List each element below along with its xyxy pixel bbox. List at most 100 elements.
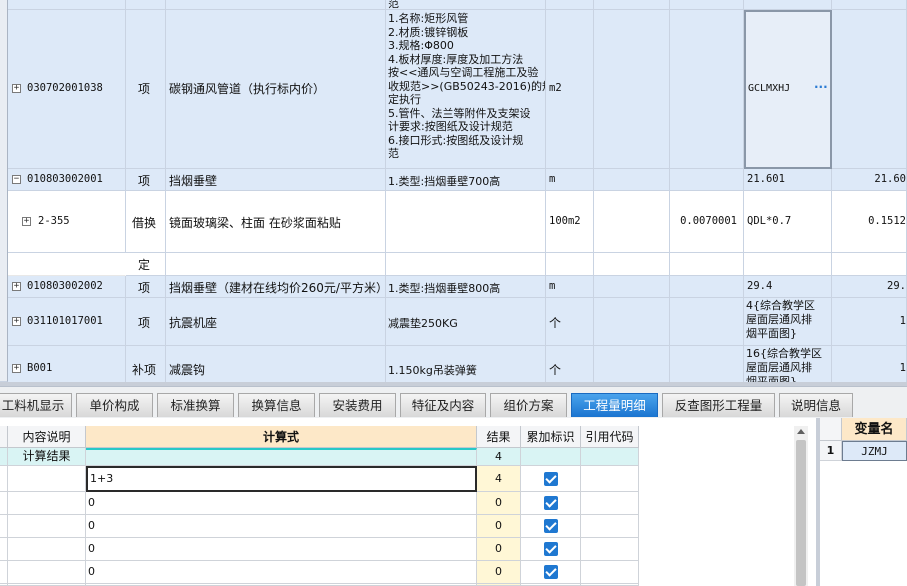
- row-formula-cell[interactable]: 4{综合教学区 屋面层通风排 烟平面图}: [744, 298, 832, 346]
- row-code: 010803002001: [27, 173, 103, 185]
- checkbox-checked-icon[interactable]: [544, 472, 558, 486]
- result-cell: 0: [477, 515, 521, 538]
- header-variable-name[interactable]: 变量名: [842, 418, 907, 441]
- content-cell[interactable]: [8, 492, 86, 515]
- row-formula-cell[interactable]: 21.601: [744, 169, 832, 191]
- row-total-cell: [832, 253, 907, 276]
- formula-cell[interactable]: 0: [86, 538, 477, 561]
- row-type-cell: 项: [126, 276, 166, 298]
- row-formula: QDL*0.7: [747, 215, 792, 227]
- row-unit-cell: m: [546, 169, 594, 191]
- header-formula[interactable]: 计算式: [86, 426, 477, 448]
- row-desc: 1.类型:挡烟垂壁700高: [388, 175, 501, 188]
- accumulate-cell[interactable]: [521, 561, 581, 584]
- row-extra-cell: [670, 169, 744, 191]
- expand-icon[interactable]: +: [12, 282, 21, 291]
- row-qty-cell: [594, 276, 670, 298]
- row-desc-cell: [386, 191, 546, 253]
- accumulate-cell[interactable]: [521, 538, 581, 561]
- row-formula: 4{综合教学区 屋面层通风排 烟平面图}: [746, 299, 815, 340]
- accumulate-cell[interactable]: [521, 492, 581, 515]
- row-extra-cell: [670, 0, 744, 10]
- expand-icon[interactable]: +: [12, 364, 21, 373]
- content-cell[interactable]: [8, 561, 86, 584]
- header-content[interactable]: 内容说明: [8, 426, 86, 448]
- row-formula-cell[interactable]: QDL*0.7: [744, 191, 832, 253]
- result-cell: 0: [477, 492, 521, 515]
- row-desc-cell: 1.名称:矩形风管 2.材质:镀锌钢板 3.规格:Φ800 4.板材厚度:厚度及…: [386, 10, 546, 169]
- ref-code-cell[interactable]: [581, 538, 639, 561]
- accumulate-cell[interactable]: [521, 466, 581, 492]
- expand-icon[interactable]: +: [12, 84, 21, 93]
- ref-code-cell[interactable]: [581, 466, 639, 492]
- row-formula-cell[interactable]: 29.4: [744, 276, 832, 298]
- row-formula-cell[interactable]: [744, 253, 832, 276]
- row-code-cell: [8, 0, 126, 10]
- row-total: 1: [899, 362, 906, 374]
- ref-code-cell[interactable]: [581, 492, 639, 515]
- header-accumulate[interactable]: 累加标识: [521, 426, 581, 448]
- checkbox-checked-icon[interactable]: [544, 542, 558, 556]
- row-total-cell: [832, 0, 907, 10]
- formula-cell[interactable]: 0: [86, 561, 477, 584]
- ref-code-cell[interactable]: [581, 561, 639, 584]
- row-total-cell: 1: [832, 346, 907, 382]
- header-ref-code[interactable]: 引用代码: [581, 426, 639, 448]
- row-code: 031101017001: [27, 315, 103, 327]
- row-formula: 21.601: [747, 173, 785, 185]
- header-result[interactable]: 结果: [477, 426, 521, 448]
- ref-code-cell[interactable]: [581, 515, 639, 538]
- tab-standard-conversion[interactable]: 标准换算: [157, 393, 234, 417]
- row-type-cell: 借换: [126, 191, 166, 253]
- formula-input[interactable]: 1+3: [86, 466, 477, 492]
- row-unit: m: [549, 280, 556, 292]
- formula-editor-cell[interactable]: GCLMXHJ ···: [744, 10, 832, 169]
- row-desc-cell: 范: [386, 0, 546, 10]
- row-name: 碳钢通风管道（执行标内价）: [169, 82, 326, 96]
- vertical-scrollbar[interactable]: [794, 426, 808, 586]
- formula-cell[interactable]: 0: [86, 515, 477, 538]
- row-type: 补项: [132, 363, 157, 377]
- row-name-cell: 挡烟垂壁: [166, 169, 386, 191]
- row-name-cell: [166, 0, 386, 10]
- row-name-cell: 抗震机座: [166, 298, 386, 346]
- tab-features[interactable]: 特征及内容: [400, 393, 486, 417]
- content-cell[interactable]: [8, 466, 86, 492]
- row-type-cell: 项: [126, 169, 166, 191]
- formula-cell[interactable]: 0: [86, 492, 477, 515]
- row-qty-cell: [594, 346, 670, 382]
- tab-labor-material[interactable]: 工料机显示: [0, 393, 72, 417]
- result-cell: 0: [477, 538, 521, 561]
- detail-tab-bar: 工料机显示 单价构成 标准换算 换算信息 安装费用 特征及内容 组价方案 工程量…: [0, 386, 907, 419]
- row-type: 借换: [132, 216, 157, 230]
- checkbox-checked-icon[interactable]: [544, 519, 558, 533]
- variable-name[interactable]: JZMJ: [842, 441, 907, 461]
- row-unit: 100m2: [549, 215, 581, 227]
- row-code-cell: + 010803002002: [8, 276, 126, 298]
- content-cell[interactable]: [8, 538, 86, 561]
- variable-index: 1: [820, 441, 842, 461]
- row-qty-cell: [594, 298, 670, 346]
- row-qty-cell: [594, 253, 670, 276]
- expand-icon[interactable]: +: [22, 217, 31, 226]
- ellipsis-button[interactable]: ···: [814, 80, 828, 94]
- tab-unit-price[interactable]: 单价构成: [76, 393, 153, 417]
- row-code-cell: [8, 253, 126, 276]
- tab-pricing-scheme[interactable]: 组价方案: [490, 393, 567, 417]
- scrollbar-thumb[interactable]: [796, 440, 806, 586]
- tab-install-fee[interactable]: 安装费用: [319, 393, 396, 417]
- row-unit: m: [549, 173, 556, 185]
- scroll-up-icon[interactable]: [797, 429, 805, 434]
- accumulate-cell[interactable]: [521, 515, 581, 538]
- tab-description[interactable]: 说明信息: [779, 393, 853, 417]
- row-formula-cell[interactable]: 16{综合教学区 屋面层通风排 烟平面图}: [744, 346, 832, 382]
- tab-quantity-detail[interactable]: 工程量明细: [571, 393, 658, 417]
- tab-graphic-quantity[interactable]: 反查图形工程量: [662, 393, 775, 417]
- expand-icon[interactable]: +: [12, 317, 21, 326]
- collapse-icon[interactable]: −: [12, 175, 21, 184]
- row-qty-cell: [594, 169, 670, 191]
- content-cell[interactable]: [8, 515, 86, 538]
- checkbox-checked-icon[interactable]: [544, 565, 558, 579]
- tab-conversion-info[interactable]: 换算信息: [238, 393, 315, 417]
- checkbox-checked-icon[interactable]: [544, 496, 558, 510]
